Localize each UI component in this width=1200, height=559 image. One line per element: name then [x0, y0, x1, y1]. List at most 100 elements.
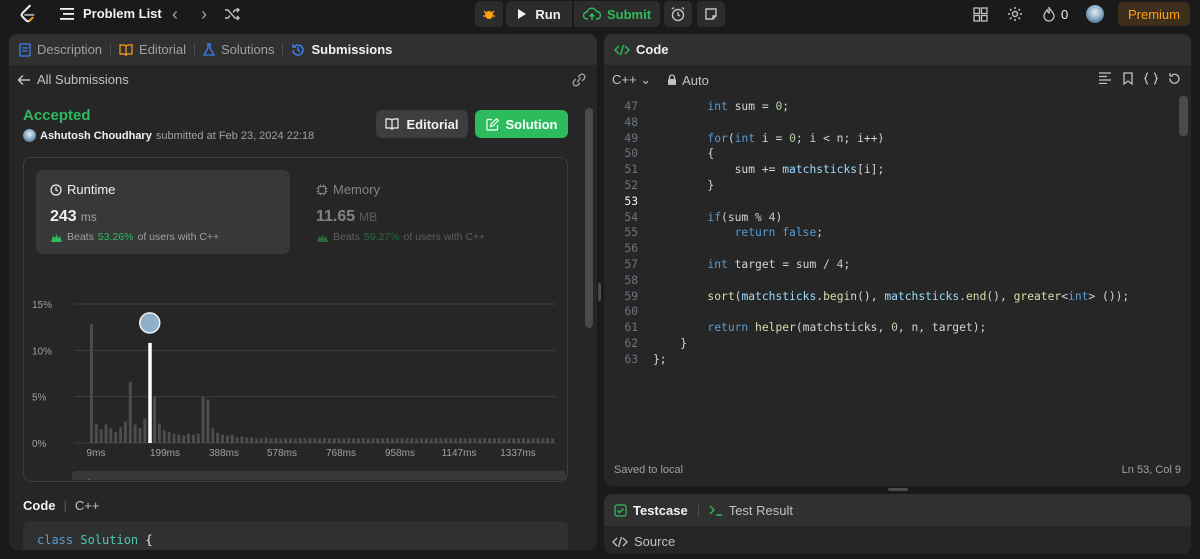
bar [473, 438, 477, 443]
code-line[interactable]: 62 } [604, 337, 1191, 352]
code-line[interactable]: 52 } [604, 179, 1191, 194]
bar [162, 430, 166, 443]
memory-beats-pct: 59.27% [363, 231, 400, 243]
bookmark-icon[interactable] [1122, 72, 1134, 85]
next-problem-icon[interactable]: › [194, 4, 214, 24]
bar [507, 438, 511, 443]
notes-button[interactable] [697, 1, 725, 27]
all-submissions-link[interactable]: All Submissions [17, 72, 129, 87]
bar [522, 438, 525, 443]
memory-card[interactable]: Memory 11.65 MB Beats 59.27% of users wit… [302, 170, 556, 254]
bar [191, 434, 195, 443]
language-label: C++ [612, 72, 637, 87]
tab-test-result-label: Test Result [728, 502, 793, 518]
cursor-position: Ln 53, Col 9 [1121, 464, 1181, 476]
bar [167, 431, 171, 443]
bar [104, 424, 108, 443]
bar [221, 434, 224, 443]
flame-icon[interactable] [1042, 6, 1056, 22]
solution-button[interactable]: Solution [475, 110, 568, 138]
code-line[interactable]: 53 [604, 195, 1191, 210]
link-icon[interactable] [571, 73, 587, 87]
leetcode-logo-icon[interactable] [17, 3, 39, 25]
memory-title: Memory [316, 182, 380, 197]
code-line[interactable]: 57 int target = sum / 4; [604, 258, 1191, 273]
tab-solutions[interactable]: Solutions [203, 34, 274, 65]
reset-icon[interactable] [1168, 72, 1181, 85]
x-tick-label: 768ms [326, 448, 356, 459]
format-icon[interactable] [1098, 72, 1112, 84]
code-editor[interactable]: 47 int sum = 0; 48 49 for(int i = 0; i < n… [604, 96, 1191, 456]
bar [502, 438, 506, 443]
source-toggle[interactable]: Source [612, 534, 675, 549]
scrollbar-thumb[interactable] [585, 108, 593, 328]
code-line[interactable]: 55 return false; [604, 226, 1191, 241]
braces-icon[interactable] [1144, 72, 1158, 85]
scrollbar[interactable] [584, 108, 594, 548]
code-tab[interactable]: Code [604, 34, 1191, 65]
prev-problem-icon[interactable]: ‹ [165, 4, 185, 24]
bar [157, 423, 161, 443]
code-line[interactable]: 60 [604, 305, 1191, 320]
code-line[interactable]: 51 sum += matchsticks[i]; [604, 163, 1191, 178]
code-line[interactable]: 61 return helper(matchsticks, 0, n, targ… [604, 321, 1191, 336]
bar [109, 428, 113, 443]
code-line[interactable]: 47 int sum = 0; [604, 100, 1191, 115]
bar [415, 438, 419, 443]
bar [90, 324, 93, 443]
resize-handle[interactable] [888, 488, 908, 491]
code-line[interactable]: 49 for(int i = 0; i < n; i++) [604, 132, 1191, 147]
tab-description[interactable]: Description [19, 34, 102, 65]
code-line[interactable]: 48 [604, 116, 1191, 131]
tab-testcase[interactable]: Testcase [614, 503, 688, 518]
gear-icon[interactable] [1007, 6, 1023, 22]
code-line[interactable]: 58 [604, 274, 1191, 289]
line-number: 50 [624, 147, 638, 161]
tab-test-result[interactable]: Test Result [709, 503, 793, 518]
timer-button[interactable] [664, 1, 692, 27]
tab-submissions[interactable]: Submissions [291, 34, 392, 65]
code-line[interactable]: 56 [604, 242, 1191, 257]
debug-button[interactable] [475, 1, 503, 27]
run-button[interactable]: Run [506, 1, 572, 27]
problem-list-link[interactable]: Problem List [83, 6, 162, 21]
bar [342, 438, 346, 443]
editor-scrollbar-thumb[interactable] [1179, 96, 1188, 136]
runtime-distribution-chart[interactable]: 15% 10% 5% 0% 9ms 199ms 388ms 578ms 768ms 958ms 11… [24, 258, 569, 480]
list-icon[interactable] [58, 6, 76, 22]
bar [405, 438, 409, 443]
user-avatar [23, 129, 36, 142]
submit-button[interactable]: Submit [574, 1, 660, 27]
layout-icon[interactable] [973, 7, 988, 22]
code-line[interactable]: 50 { [604, 147, 1191, 162]
editorial-button-label: Editorial [406, 116, 459, 132]
bar [235, 437, 239, 443]
code-line[interactable]: 59 sort(matchsticks.begin(), matchsticks… [604, 290, 1191, 305]
range-navigator [72, 471, 566, 480]
avatar[interactable] [1086, 5, 1104, 23]
memory-beats-suffix: of users with C++ [403, 231, 486, 243]
tab-testcase-label: Testcase [633, 502, 688, 518]
premium-button[interactable]: Premium [1118, 2, 1190, 26]
line-number: 58 [624, 273, 638, 287]
memory-title-label: Memory [333, 182, 380, 197]
tab-divider [697, 503, 699, 517]
auto-mode[interactable]: Auto [667, 73, 709, 88]
runtime-value: 243 ms [50, 208, 97, 226]
code-line[interactable]: 63}; [604, 353, 1191, 368]
vertical-resize-handle[interactable] [598, 283, 601, 301]
bar [128, 381, 132, 443]
code-line[interactable]: 54 if(sum % 4) [604, 211, 1191, 226]
tab-editorial[interactable]: Editorial [119, 34, 186, 65]
language-select[interactable]: C++ ⌄ [612, 72, 651, 88]
code-line: class Solution { [37, 533, 153, 547]
bar [274, 438, 278, 443]
editorial-button[interactable]: Editorial [376, 110, 468, 138]
run-label: Run [535, 6, 561, 22]
shuffle-icon[interactable] [224, 7, 240, 21]
bar [289, 438, 292, 443]
username-link[interactable]: Ashutosh Choudhary [40, 130, 152, 142]
submission-meta: Ashutosh Choudhary submitted at Feb 23, … [23, 129, 314, 142]
runtime-card[interactable]: Runtime 243 ms Beats 53.26% of users with… [36, 170, 290, 254]
terminal-icon [709, 505, 722, 516]
